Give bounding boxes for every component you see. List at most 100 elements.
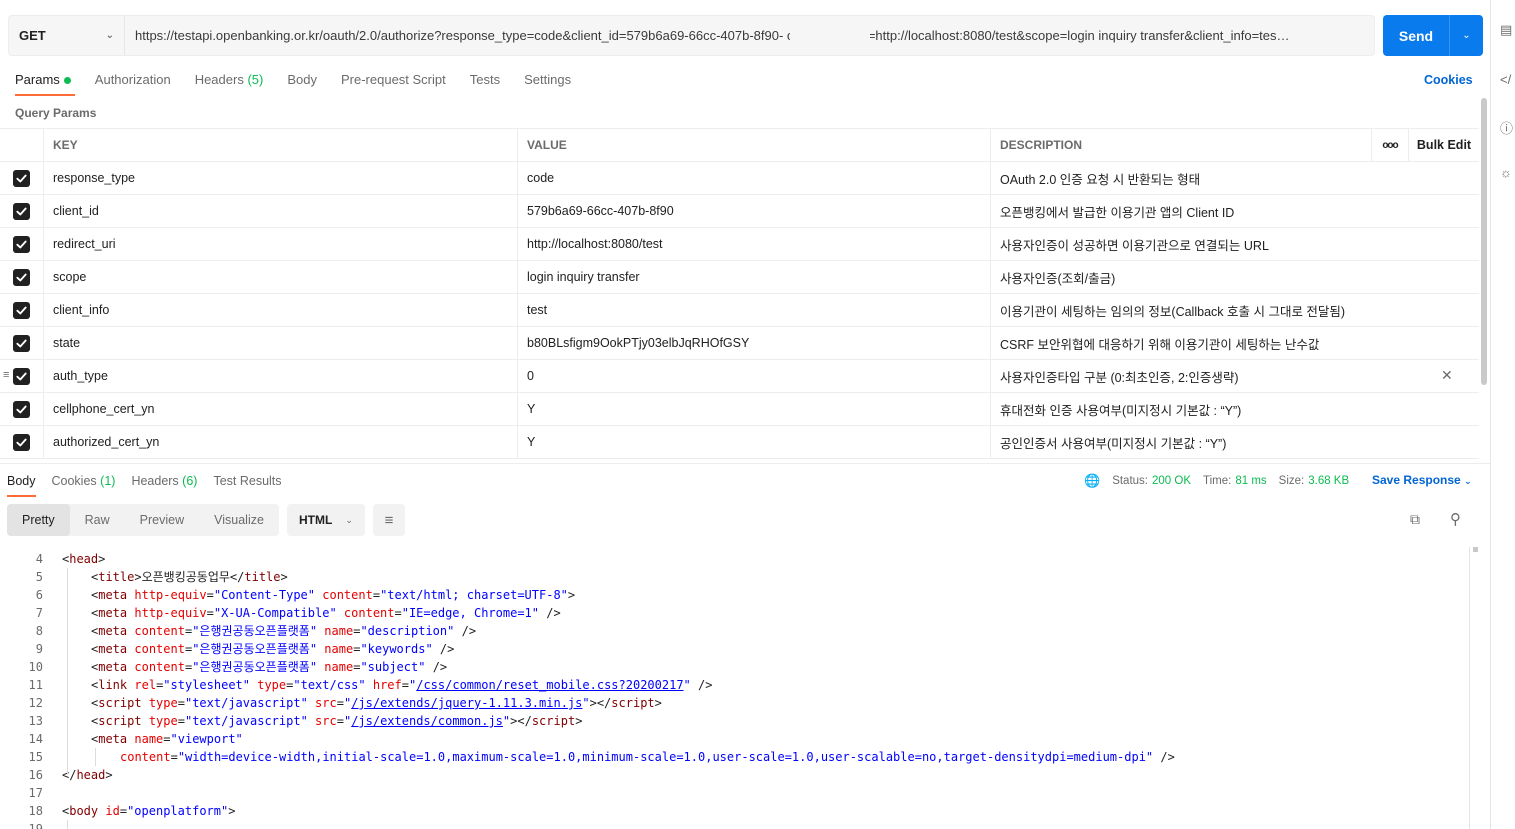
url-input[interactable]: https://testapi.openbanking.or.kr/oauth/… — [125, 16, 1374, 55]
param-key[interactable]: state — [44, 327, 518, 359]
param-value[interactable]: login inquiry transfer — [518, 261, 991, 293]
drag-handle-icon[interactable]: ≡ — [3, 369, 9, 381]
response-tab-test-results[interactable]: Test Results — [213, 474, 281, 488]
save-response-button[interactable]: Save Response ⌄ — [1372, 473, 1472, 487]
param-description[interactable]: 사용자인증타입 구분 (0:최초인증, 2:인증생략) ✕ — [991, 360, 1479, 392]
view-visualize[interactable]: Visualize — [199, 504, 279, 536]
row-checkbox[interactable] — [13, 202, 30, 220]
row-checkbox[interactable] — [13, 334, 30, 352]
delete-row-icon[interactable]: ✕ — [1441, 367, 1453, 384]
param-key-text: response_type — [53, 171, 136, 185]
tab-body[interactable]: Body — [287, 71, 317, 95]
param-description-text: 휴대전화 인증 사용여부(미지정시 기본값 : “Y”) — [1000, 403, 1242, 418]
row-checkbox[interactable] — [13, 169, 30, 187]
redaction-mark — [673, 204, 764, 218]
tab-prerequest-script[interactable]: Pre-request Script — [341, 71, 446, 95]
param-value[interactable]: Y — [518, 393, 991, 425]
view-pretty[interactable]: Pretty — [7, 504, 70, 536]
globe-icon[interactable]: 🌐 — [1084, 473, 1100, 489]
param-key[interactable]: authorized_cert_yn — [44, 426, 518, 458]
params-scrollbar[interactable] — [1481, 98, 1487, 385]
query-params-title: Query Params — [15, 106, 97, 120]
row-checkbox[interactable] — [13, 400, 30, 418]
param-key[interactable]: redirect_uri — [44, 228, 518, 260]
code-line: 12 <script type="text/javascript" src="/j… — [0, 694, 1470, 712]
line-number: 19 — [28, 822, 43, 829]
lightbulb-icon[interactable]: ☼ — [1500, 165, 1512, 180]
param-value[interactable]: b80BLsfigm9OokPTjy03elbJqRHOfGSY — [518, 327, 991, 359]
param-key[interactable]: cellphone_cert_yn — [44, 393, 518, 425]
cookies-link[interactable]: Cookies — [1424, 73, 1473, 87]
format-select[interactable]: HTML ⌄ — [286, 504, 365, 536]
param-key[interactable]: client_id — [44, 195, 518, 227]
send-button[interactable]: Send ⌄ — [1383, 15, 1483, 56]
table-row: client_id 579b6a69-66cc-407b-8f90 오픈뱅킹에서 발… — [0, 195, 1479, 228]
table-row: redirect_uri http://localhost:8080/test 사용… — [0, 228, 1479, 261]
tab-headers[interactable]: Headers (5) — [195, 71, 264, 95]
code-line: 18 <body id="openplatform"> — [0, 802, 1470, 820]
search-icon[interactable]: ⚲ — [1450, 510, 1461, 528]
param-key-text: authorized_cert_yn — [53, 435, 160, 449]
tab-tests[interactable]: Tests — [470, 71, 500, 95]
param-value[interactable]: test — [518, 294, 991, 326]
param-value[interactable]: Y — [518, 426, 991, 458]
param-description[interactable]: 오픈뱅킹에서 발급한 이용기관 앱의 Client ID — [991, 195, 1479, 227]
row-checkbox[interactable] — [13, 433, 30, 451]
param-value[interactable]: 579b6a69-66cc-407b-8f90 — [518, 195, 991, 227]
row-checkbox[interactable] — [13, 367, 30, 385]
tab-authorization[interactable]: Authorization — [95, 71, 171, 95]
code-icon[interactable]: </ — [1500, 72, 1511, 87]
response-code-view[interactable]: 4 <head> 5 <title>오픈뱅킹공동업무</title> 6 <meta … — [0, 550, 1470, 829]
jquery-link[interactable]: /js/extends/jquery-1.11.3.min.js — [351, 696, 582, 710]
param-description[interactable]: 사용자인증(조회/출금) — [991, 261, 1479, 293]
param-value[interactable]: http://localhost:8080/test — [518, 228, 991, 260]
code-scrollbar-thumb[interactable] — [1473, 547, 1478, 552]
bulk-edit-button[interactable]: Bulk Edit — [1408, 129, 1479, 161]
table-row: response_type code OAuth 2.0 인증 요청 시 반환되는 … — [0, 162, 1479, 195]
row-checkbox[interactable] — [13, 235, 30, 253]
param-key[interactable]: scope — [44, 261, 518, 293]
more-options-icon[interactable]: ooo — [1371, 129, 1408, 161]
common-js-link[interactable]: /js/extends/common.js — [351, 714, 503, 728]
row-checkbox[interactable] — [13, 301, 30, 319]
param-value[interactable]: code — [518, 162, 991, 194]
code-scrollbar-track[interactable] — [1469, 547, 1470, 829]
param-key[interactable]: response_type — [44, 162, 518, 194]
info-icon[interactable]: ⓘ — [1500, 118, 1513, 137]
param-key[interactable]: auth_type — [44, 360, 518, 392]
tab-settings[interactable]: Settings — [524, 71, 571, 95]
param-description[interactable]: CSRF 보안위협에 대응하기 위해 이용기관이 세팅하는 난수값 — [991, 327, 1479, 359]
param-description[interactable]: 휴대전화 인증 사용여부(미지정시 기본값 : “Y”) — [991, 393, 1479, 425]
param-description[interactable]: 이용기관이 세팅하는 임의의 정보(Callback 호출 시 그대로 전달됨) — [991, 294, 1479, 326]
param-description-text: CSRF 보안위협에 대응하기 위해 이용기관이 세팅하는 난수값 — [1000, 337, 1320, 352]
response-tab-body[interactable]: Body — [7, 474, 36, 497]
view-preview[interactable]: Preview — [125, 504, 199, 536]
response-tab-cookies[interactable]: Cookies (1) — [52, 474, 116, 488]
tab-params[interactable]: Params — [15, 71, 75, 96]
row-checkbox[interactable] — [13, 268, 30, 286]
param-description-text: 사용자인증(조회/출금) — [1000, 271, 1116, 286]
time-value: 81 ms — [1235, 475, 1267, 487]
response-tab-headers[interactable]: Headers (6) — [131, 474, 197, 488]
header-checkbox-cell — [0, 129, 44, 161]
param-description[interactable]: OAuth 2.0 인증 요청 시 반환되는 형태 — [991, 162, 1479, 194]
copy-icon[interactable]: ⧉ — [1410, 511, 1420, 528]
param-description[interactable]: 공인인증서 사용여부(미지정시 기본값 : “Y”) — [991, 426, 1479, 458]
description-header-cell: DESCRIPTION ooo Bulk Edit — [991, 129, 1479, 161]
description-header: DESCRIPTION — [1000, 138, 1083, 152]
param-description[interactable]: 사용자인증이 성공하면 이용기관으로 연결되는 URL — [991, 228, 1479, 260]
param-value[interactable]: 0 — [518, 360, 991, 392]
wrap-lines-icon[interactable]: ≡ — [372, 504, 405, 536]
send-label: Send — [1398, 27, 1434, 44]
send-dropdown-chevron-icon[interactable]: ⌄ — [1449, 15, 1483, 56]
documentation-icon[interactable]: ▤ — [1500, 22, 1512, 38]
status-value: 200 OK — [1152, 475, 1191, 487]
method-select[interactable]: GET ⌄ — [9, 16, 125, 55]
css-link[interactable]: /css/common/reset_mobile.css?20200217 — [416, 678, 683, 692]
meta-keywords-value: 은행권공동오픈플랫폼 — [199, 642, 310, 656]
view-raw[interactable]: Raw — [70, 504, 125, 536]
line-number: 6 — [35, 588, 43, 602]
chevron-down-icon: ⌄ — [105, 30, 114, 41]
param-key[interactable]: client_info — [44, 294, 518, 326]
row-checkbox-cell — [0, 327, 44, 359]
